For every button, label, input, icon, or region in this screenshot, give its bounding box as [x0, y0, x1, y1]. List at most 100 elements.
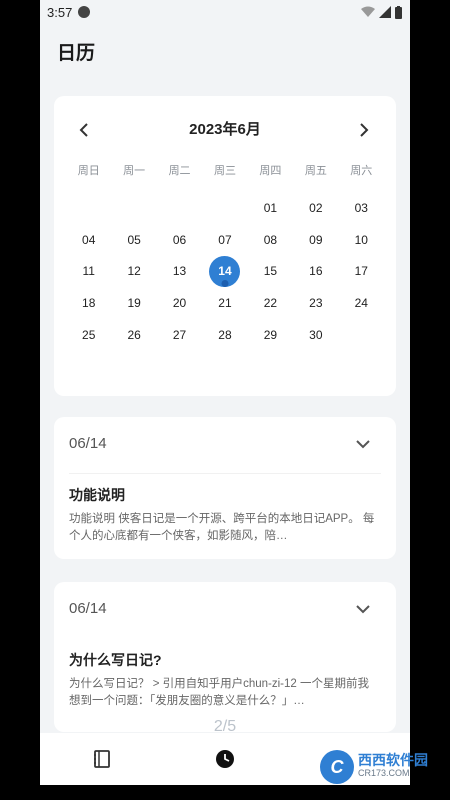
calendar-header: 2023年6月: [54, 118, 396, 142]
day-cell[interactable]: 06: [157, 224, 202, 256]
month-title: 2023年6月: [189, 121, 261, 138]
day-cell[interactable]: 12: [111, 255, 156, 287]
day-cell[interactable]: 05: [111, 224, 156, 256]
next-month-button[interactable]: [352, 118, 376, 142]
day-cell[interactable]: 21: [202, 287, 247, 319]
divider: [69, 473, 381, 474]
day-cell[interactable]: 30: [293, 319, 338, 351]
day-cell[interactable]: 04: [66, 224, 111, 256]
day-number: 09: [309, 232, 323, 247]
chevron-down-icon: [356, 605, 370, 614]
day-number: 30: [309, 327, 323, 342]
day-cell[interactable]: 15: [248, 255, 293, 287]
entry-preview: 为什么写日记？ > 引用自知乎用户chun-zi-12 一个星期前我想到一个问题…: [69, 678, 369, 707]
empty-day-cell: [111, 192, 156, 224]
day-cell[interactable]: 22: [248, 287, 293, 319]
watermark-brand: 西西软件园: [358, 752, 428, 768]
expand-button[interactable]: [354, 600, 372, 618]
day-cell[interactable]: 26: [111, 319, 156, 351]
day-number: 20: [172, 295, 187, 310]
day-number: 15: [263, 264, 278, 279]
weekday-label: 周四: [259, 165, 282, 177]
diary-entry-card[interactable]: 06/14 功能说明 功能说明 侠客日记是一个开源、跨平台的本地日记APP。 每…: [54, 417, 396, 559]
day-cell[interactable]: 24: [339, 287, 384, 319]
signal-icon: [379, 6, 391, 18]
expand-button[interactable]: [354, 435, 372, 453]
selected-day-cell[interactable]: 14: [202, 255, 247, 287]
day-number: 27: [172, 327, 187, 342]
day-number: 23: [309, 295, 323, 310]
day-number: 24: [354, 295, 368, 310]
entry-title: 为什么写日记?: [69, 652, 162, 668]
day-number: 11: [82, 264, 95, 279]
weekday-label: 周五: [304, 165, 327, 177]
weekday-row: 周日 周一 周二 周三 周四 周五 周六: [66, 162, 384, 178]
entry-title: 功能说明: [69, 487, 125, 503]
day-number: 16: [309, 264, 323, 279]
day-cell[interactable]: 16: [293, 255, 338, 287]
day-cell[interactable]: 29: [248, 319, 293, 351]
day-number: 29: [263, 327, 278, 342]
day-number: 17: [354, 264, 368, 279]
prev-month-button[interactable]: [72, 118, 96, 142]
chevron-left-icon: [79, 123, 88, 137]
day-number: 18: [82, 295, 96, 310]
watermark-logo-icon: C: [320, 750, 354, 784]
day-cell[interactable]: 08: [248, 224, 293, 256]
day-number: 28: [218, 327, 232, 342]
day-number: 26: [127, 327, 141, 342]
wifi-icon: [361, 6, 375, 17]
day-number: 13: [172, 264, 187, 279]
day-cell[interactable]: 11: [66, 255, 111, 287]
notification-icon: [78, 6, 91, 18]
day-cell[interactable]: 13: [157, 255, 202, 287]
day-cell[interactable]: 17: [339, 255, 384, 287]
notebook-icon: [93, 750, 110, 768]
entry-date: 06/14: [69, 600, 107, 617]
diary-entry-card[interactable]: 06/14 为什么写日记? 为什么写日记？ > 引用自知乎用户chun-zi-1…: [54, 582, 396, 732]
weekday-label: 周二: [168, 165, 191, 177]
day-number: 21: [218, 295, 232, 310]
calendar-tab[interactable]: [195, 739, 255, 779]
day-cell[interactable]: 28: [202, 319, 247, 351]
clock-icon: [215, 750, 234, 768]
weekday-label: 周日: [77, 165, 100, 177]
day-number: 06: [172, 232, 187, 247]
weekday-label: 周三: [213, 165, 236, 177]
watermark-site: CR173.COM: [358, 768, 410, 778]
day-number: 02: [309, 200, 323, 215]
chevron-right-icon: [360, 123, 369, 137]
day-number: 03: [354, 200, 368, 215]
day-cell[interactable]: 03: [339, 192, 384, 224]
day-number: 19: [127, 295, 141, 310]
calendar-card: 2023年6月 周日 周一 周二 周三 周四 周五 周六 01 02 03 04 05 06 07 08 0…: [54, 96, 396, 396]
day-cell[interactable]: 23: [293, 287, 338, 319]
day-cell[interactable]: 01: [248, 192, 293, 224]
day-number: 10: [354, 232, 368, 247]
day-grid: 01 02 03 04 05 06 07 08 09 10 11 12 13 14 15 16 17 18 19 20…: [66, 192, 384, 350]
day-cell[interactable]: 09: [293, 224, 338, 256]
status-bar: 3:57: [40, 0, 410, 24]
app-screen: 3:57 日历 2023年6月 周日 周一 周二 周三 周四 周五 周六 01 02 03 04 0…: [40, 0, 410, 785]
day-cell[interactable]: 19: [111, 287, 156, 319]
day-cell[interactable]: 20: [157, 287, 202, 319]
day-cell[interactable]: 10: [339, 224, 384, 256]
day-number: 04: [82, 232, 96, 247]
day-cell[interactable]: 02: [293, 192, 338, 224]
day-number: 12: [127, 264, 141, 279]
day-number: 22: [263, 295, 278, 310]
day-cell[interactable]: 27: [157, 319, 202, 351]
entry-date: 06/14: [69, 435, 107, 452]
entry-preview: 功能说明 侠客日记是一个开源、跨平台的本地日记APP。 每个人的心底都有一个侠客…: [69, 513, 375, 542]
day-cell[interactable]: 25: [66, 319, 111, 351]
day-number: 01: [263, 200, 278, 215]
battery-icon: [395, 5, 402, 19]
day-number: 25: [82, 327, 96, 342]
diary-tab[interactable]: [72, 739, 132, 779]
empty-day-cell: [202, 192, 247, 224]
day-cell[interactable]: 18: [66, 287, 111, 319]
day-number: 05: [127, 232, 141, 247]
site-watermark: C 西西软件园 CR173.COM: [320, 750, 428, 784]
day-cell[interactable]: 07: [202, 224, 247, 256]
chevron-down-icon: [356, 440, 370, 449]
